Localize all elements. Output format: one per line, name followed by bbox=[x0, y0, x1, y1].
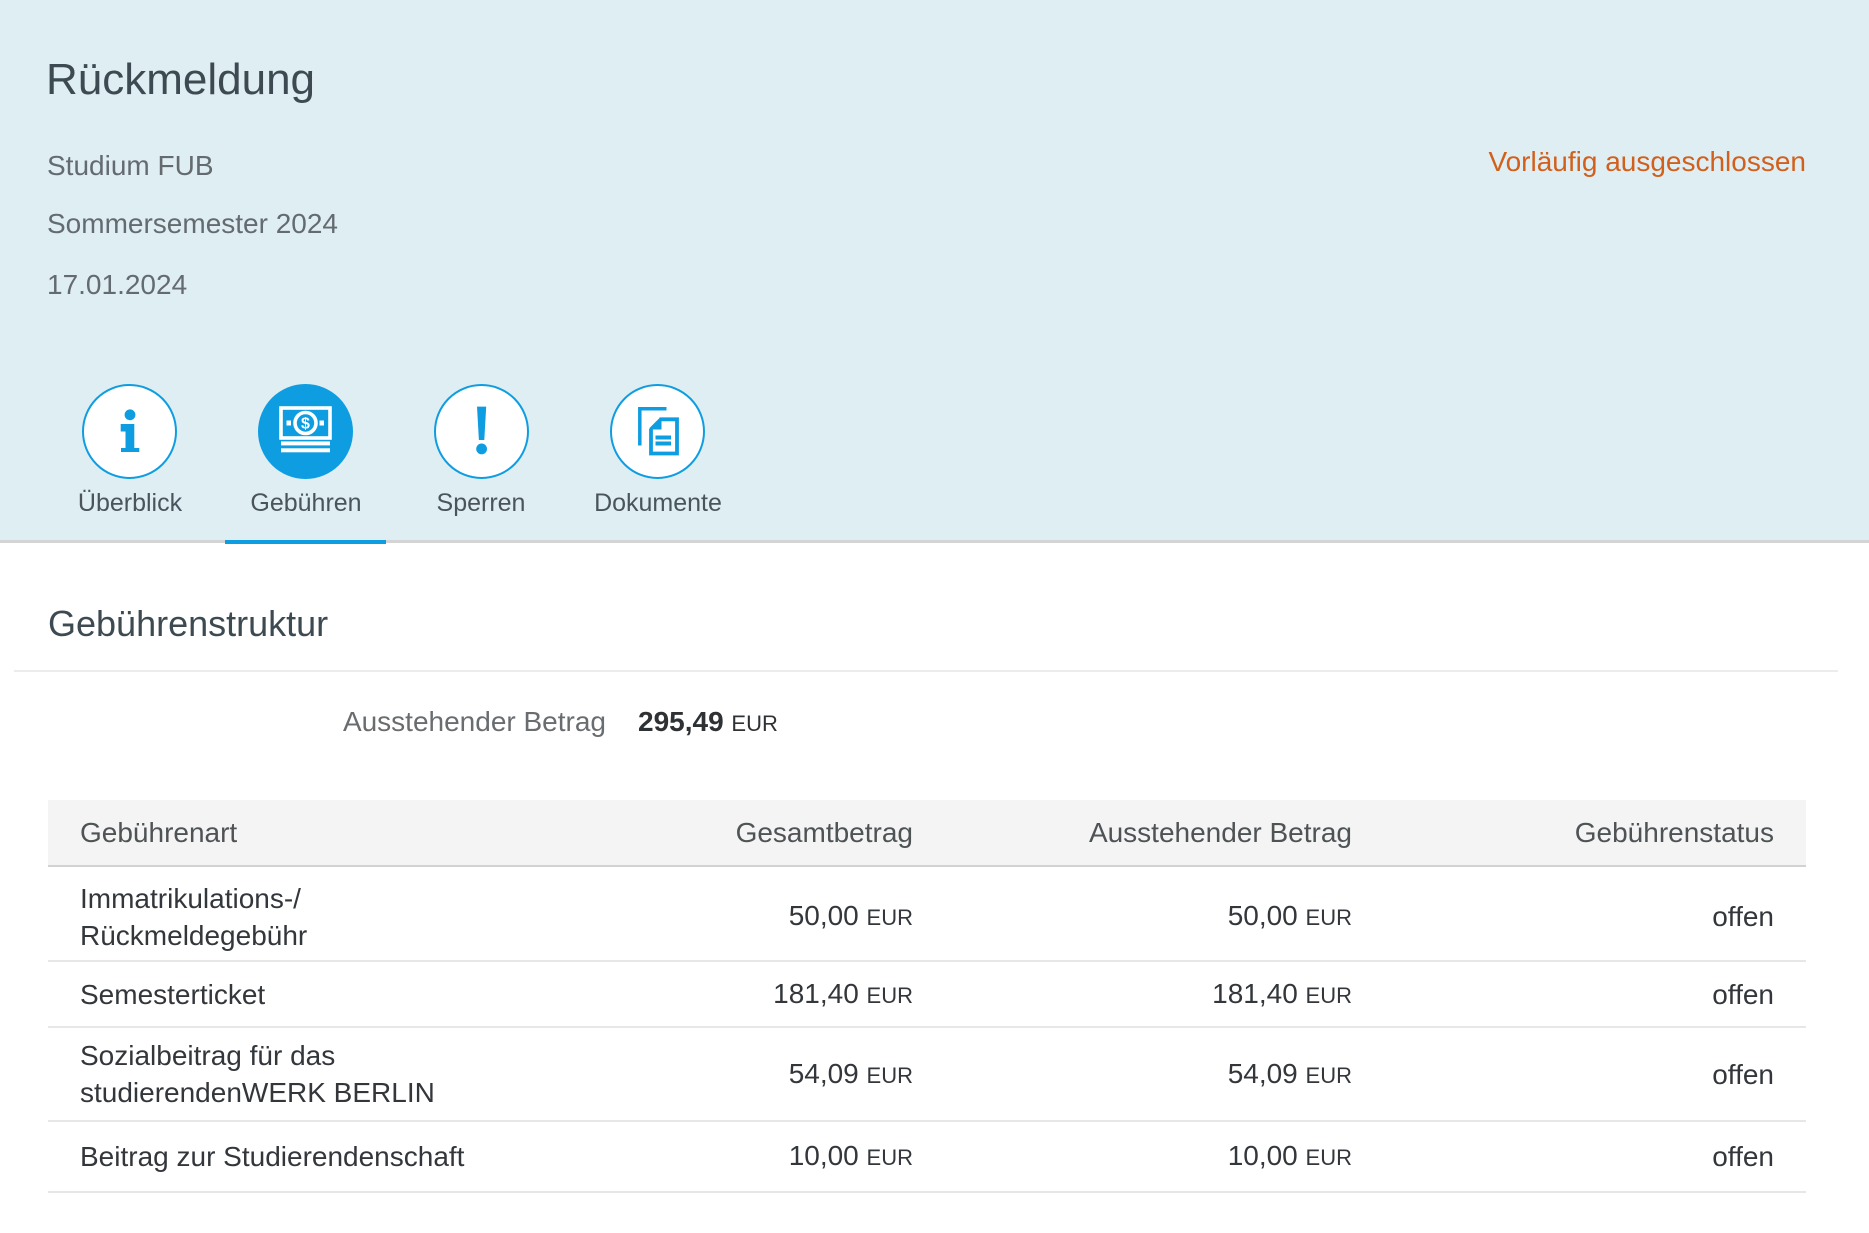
svg-text:$: $ bbox=[301, 416, 310, 433]
